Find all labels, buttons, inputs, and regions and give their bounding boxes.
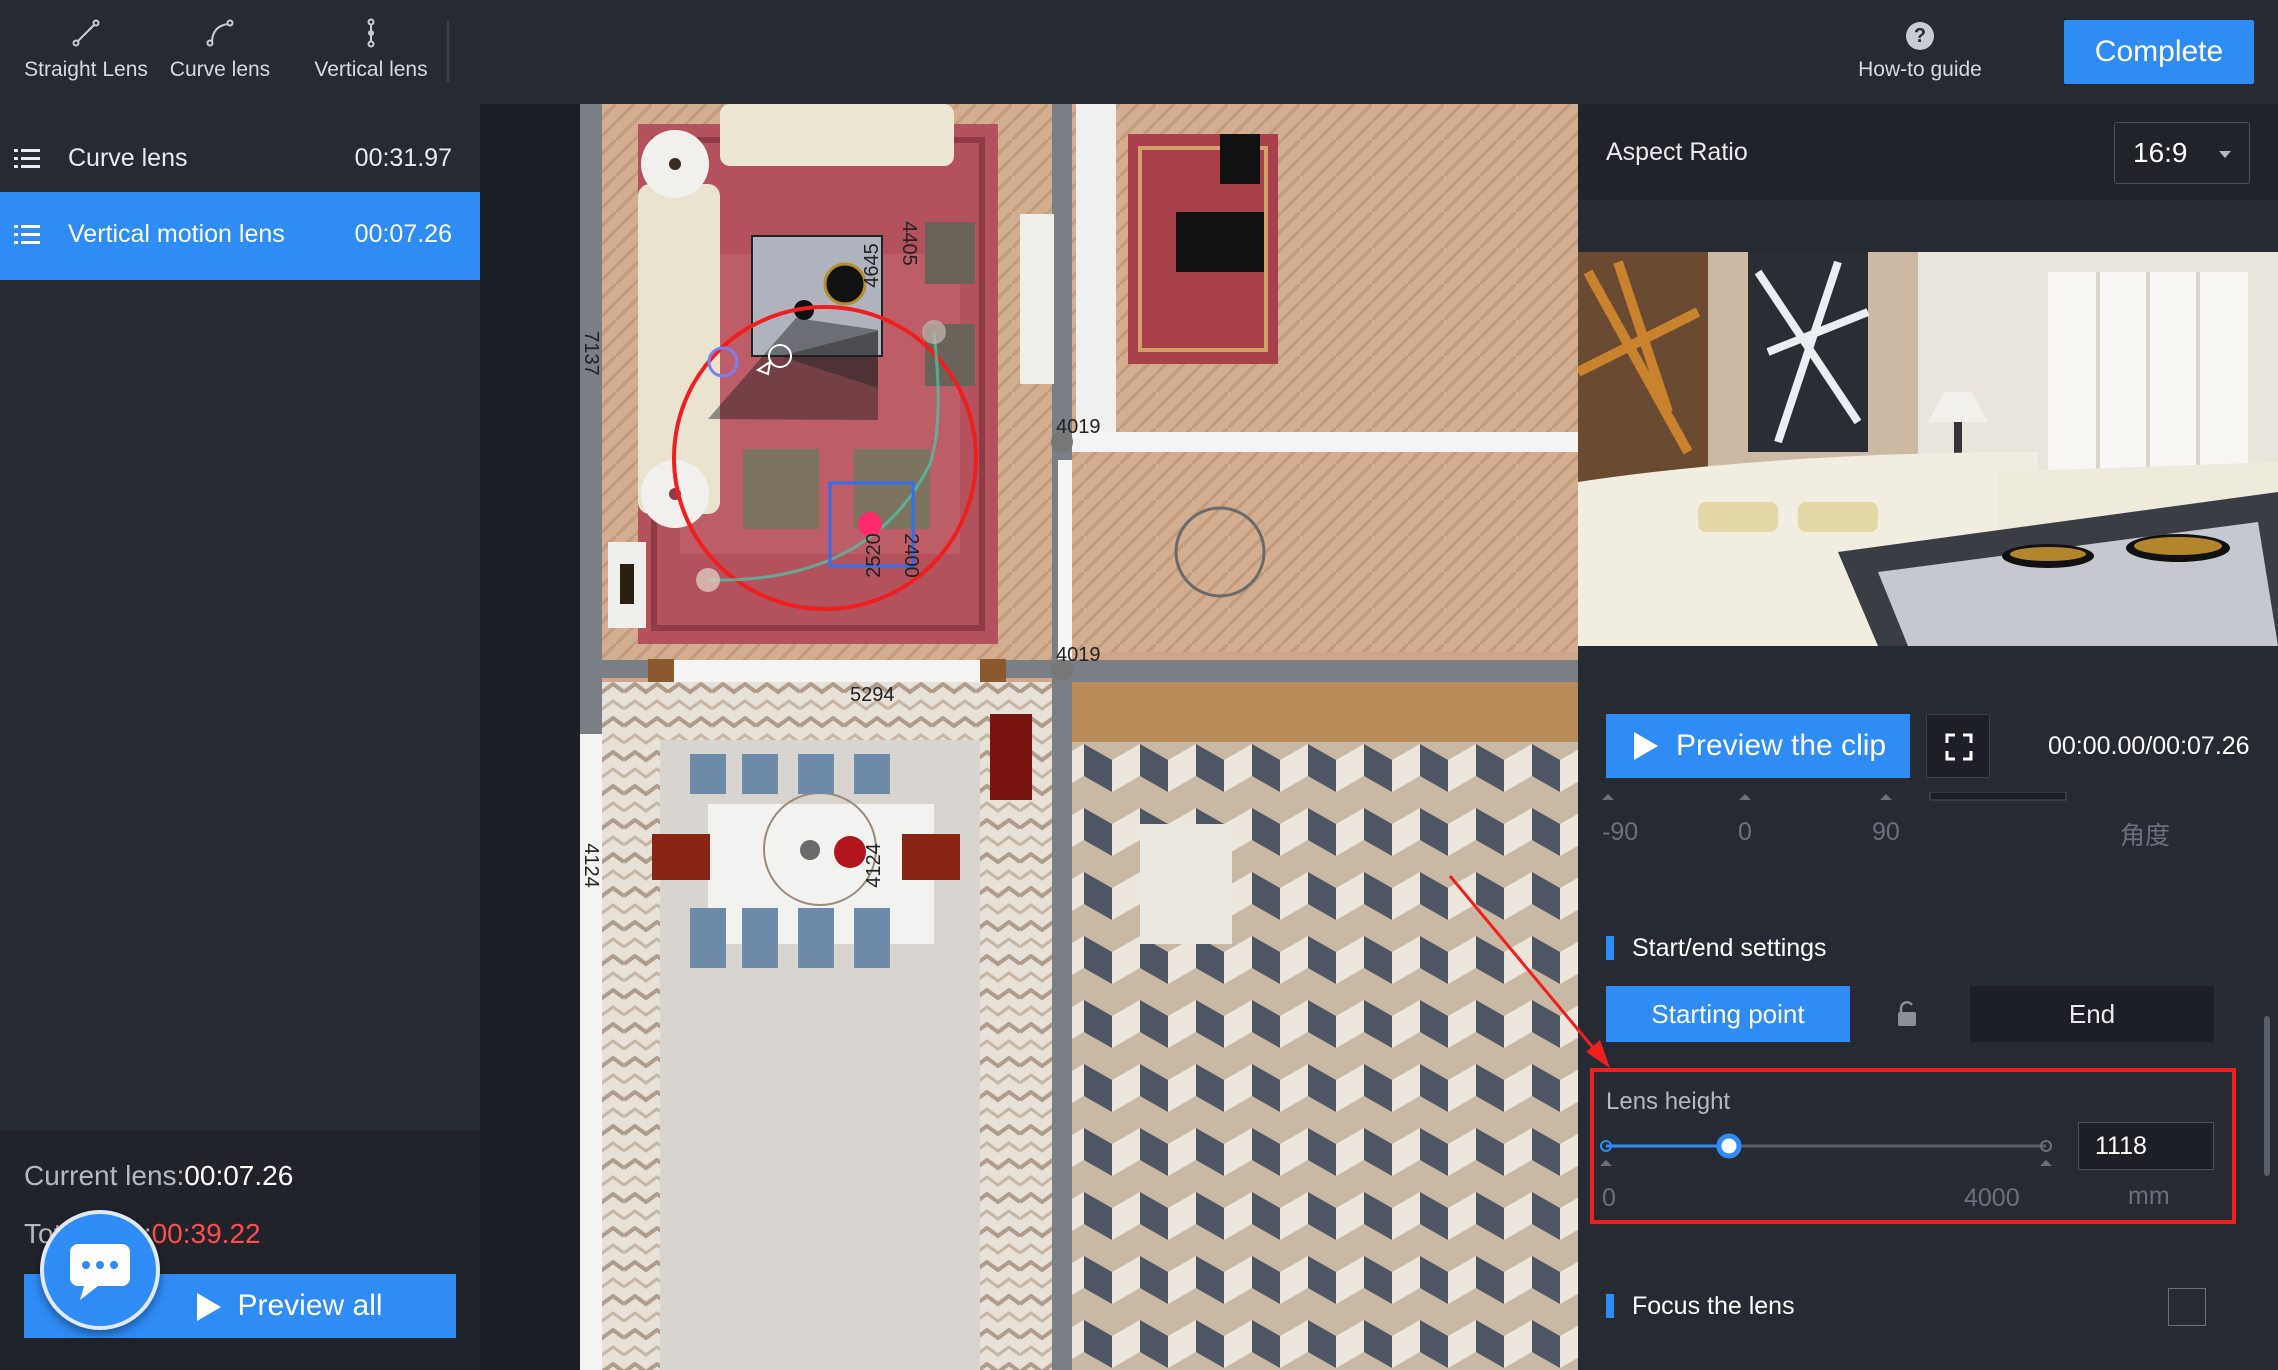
toolbar-divider — [447, 20, 449, 82]
section-marker — [1606, 936, 1614, 960]
aspect-ratio-header: Aspect Ratio 16:9 — [1578, 104, 2278, 200]
dimension-label: 5294 — [850, 684, 895, 706]
dimension-label: 4124 — [580, 843, 602, 888]
vertical-lens-icon — [367, 18, 375, 48]
total-time-value: 00:39.22 — [151, 1218, 261, 1249]
lens-item-vertical-motion[interactable]: Vertical motion lens 00:07.26 — [0, 192, 480, 280]
current-lens-label: Current lens: — [24, 1160, 185, 1191]
lens-duration: 00:07.26 — [354, 220, 452, 248]
fullscreen-icon — [1945, 733, 1973, 761]
help-icon: ? — [1906, 22, 1934, 50]
lens-height-max: 4000 — [1964, 1184, 2020, 1212]
dimension-label: 4019 — [1056, 416, 1101, 438]
end-point-button[interactable]: End — [1970, 986, 2214, 1042]
angle-tick-label: -90 — [1602, 818, 1639, 846]
lens-height-min: 0 — [1602, 1184, 1616, 1212]
dimension-label: 4645 — [860, 243, 883, 288]
aspect-ratio-select[interactable]: 16:9 — [2114, 122, 2250, 184]
lens-item-curve[interactable]: Curve lens 00:31.97 — [0, 116, 480, 204]
section-marker — [1606, 1294, 1614, 1318]
how-to-guide-label: How-to guide — [1858, 58, 1982, 81]
caret-down-icon — [2219, 151, 2231, 158]
lens-height-input[interactable] — [2078, 1122, 2214, 1170]
current-lens-time: 00:07.26 — [184, 1160, 294, 1191]
dimension-label: 4405 — [897, 221, 920, 266]
camera-preview — [1578, 252, 2278, 646]
lock-icon[interactable] — [1896, 1000, 1918, 1028]
aspect-ratio-label: Aspect Ratio — [1606, 138, 1748, 166]
list-icon — [14, 149, 40, 168]
focus-section-title: Focus the lens — [1606, 1292, 1795, 1321]
clip-time: 00:00.00/00:07.26 — [2048, 732, 2250, 760]
start-end-title: Start/end settings — [1632, 934, 1827, 962]
dimension-label: 4124 — [862, 843, 885, 888]
dimension-label: 7137 — [580, 331, 602, 376]
preview-clip-label: Preview the clip — [1676, 729, 1887, 762]
fullscreen-button[interactable] — [1926, 714, 1990, 778]
dimension-label: 4019 — [1056, 644, 1101, 666]
play-icon — [197, 1293, 222, 1322]
dimension-label: 2520 — [862, 533, 885, 578]
lens-height-label: Lens height — [1606, 1088, 1731, 1115]
straight-lens-icon — [72, 19, 100, 47]
lens-duration: 00:31.97 — [354, 144, 452, 172]
straight-lens-label: Straight Lens — [24, 58, 148, 81]
angle-slider-ticks — [1602, 792, 2067, 801]
floor-plan[interactable]: 5294 4645 4405 7137 4019 2520 2400 4019 … — [580, 104, 1578, 1370]
focus-lens-checkbox[interactable] — [2168, 1288, 2206, 1326]
vertical-lens-label: Vertical lens — [314, 58, 428, 81]
focus-title: Focus the lens — [1632, 1292, 1795, 1320]
angle-tick-label: 0 — [1738, 818, 1752, 846]
chat-support-button[interactable] — [40, 1210, 160, 1330]
preview-all-label: Preview all — [237, 1289, 383, 1322]
curve-lens-tool[interactable]: Curve lens — [164, 0, 276, 104]
floor-plan-drawing — [580, 104, 1578, 1370]
how-to-guide-button[interactable]: ? How-to guide — [1820, 0, 2020, 104]
complete-button[interactable]: Complete — [2064, 20, 2254, 84]
lens-name: Curve lens — [68, 144, 188, 172]
panel-scrollbar[interactable] — [2264, 1016, 2270, 1176]
lens-settings-panel: Aspect Ratio 16:9 Preview the clip 00:00… — [1578, 104, 2278, 1370]
preview-clip-button[interactable]: Preview the clip — [1606, 714, 1910, 778]
angle-tick-label: 90 — [1872, 818, 1900, 846]
starting-point-button[interactable]: Starting point — [1606, 986, 1850, 1042]
current-lens-readout: Current lens:00:07.26 — [24, 1160, 293, 1192]
list-icon — [14, 225, 40, 244]
vertical-lens-tool[interactable]: Vertical lens — [306, 0, 436, 104]
top-toolbar: Straight Lens Curve lens Vertical lens ?… — [0, 0, 2278, 104]
angle-unit-label: 角度 — [2120, 822, 2171, 850]
lens-name: Vertical motion lens — [68, 220, 285, 248]
aspect-ratio-value: 16:9 — [2133, 137, 2188, 168]
camera-preview-image — [1578, 252, 2278, 646]
straight-lens-tool[interactable]: Straight Lens — [18, 0, 154, 104]
lens-height-unit: mm — [2128, 1182, 2170, 1210]
dimension-label: 2400 — [899, 533, 922, 578]
start-end-section-title: Start/end settings — [1606, 934, 1827, 963]
curve-lens-label: Curve lens — [169, 58, 271, 81]
play-icon — [1634, 732, 1658, 760]
chat-icon — [70, 1244, 130, 1300]
curve-lens-icon — [206, 19, 234, 47]
slider-thumb[interactable] — [1716, 1133, 1742, 1159]
